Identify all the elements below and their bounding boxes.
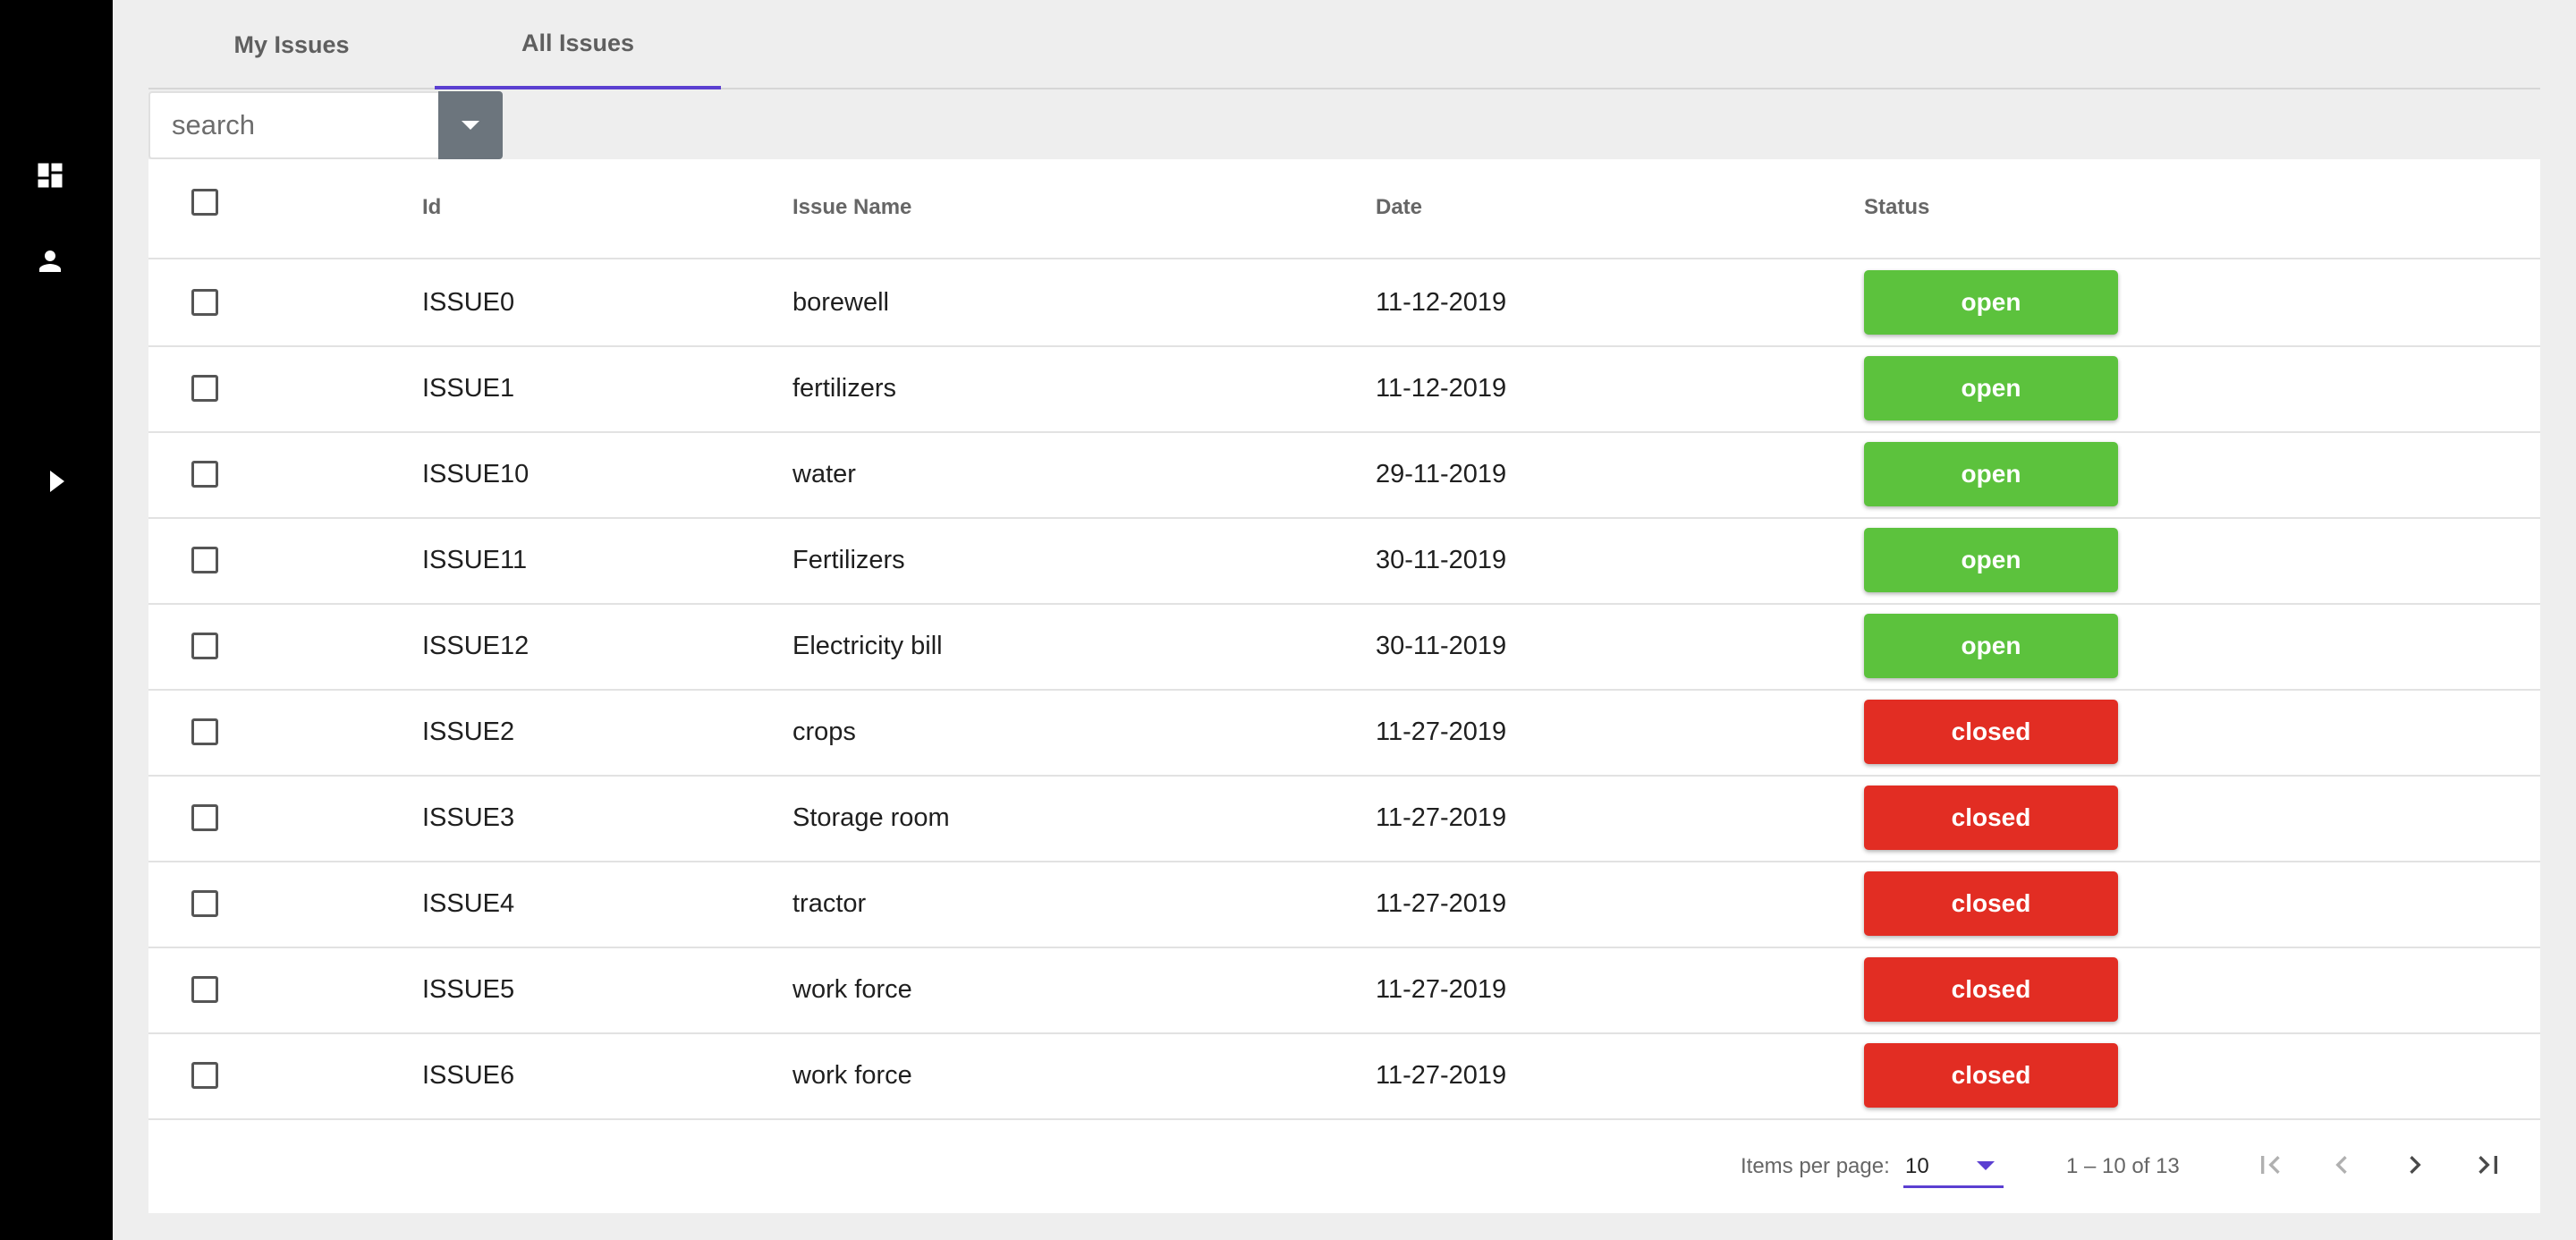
items-per-page-label: Items per page: xyxy=(1741,1154,1890,1178)
issue-id: ISSUE12 xyxy=(422,632,530,660)
status-button[interactable]: open xyxy=(1864,528,2118,592)
issue-name: Electricity bill xyxy=(792,632,943,660)
next-page-button[interactable] xyxy=(2388,1138,2442,1192)
status-button[interactable]: closed xyxy=(1864,786,2118,850)
first-page-button[interactable] xyxy=(2243,1138,2297,1192)
issue-name: work force xyxy=(792,1061,912,1090)
issues-table: Id Issue Name Date Status ISSUE0 borewell… xyxy=(148,159,2540,1213)
first-page-icon xyxy=(2261,1156,2280,1174)
issue-date: 11-27-2019 xyxy=(1376,1061,1507,1090)
table-row[interactable]: ISSUE6 work force 11-27-2019 closed xyxy=(148,1034,2540,1120)
column-header-issue-name[interactable]: Issue Name xyxy=(792,195,911,220)
row-checkbox[interactable] xyxy=(191,375,218,402)
issue-name: Storage room xyxy=(792,803,950,832)
issue-date: 11-27-2019 xyxy=(1376,718,1507,746)
chevron-right-icon xyxy=(2410,1156,2421,1174)
row-checkbox[interactable] xyxy=(191,289,218,316)
table-row[interactable]: ISSUE12 Electricity bill 30-11-2019 open xyxy=(148,605,2540,691)
issue-id: ISSUE11 xyxy=(422,546,528,574)
tab-my-issues[interactable]: My Issues xyxy=(148,0,435,89)
paginator: Items per page: 10 1 – 10 of 13 xyxy=(148,1120,2540,1210)
tab-all-issues[interactable]: All Issues xyxy=(435,0,721,89)
person-icon[interactable] xyxy=(34,245,66,277)
issue-name: fertilizers xyxy=(792,374,897,403)
expand-arrow-icon[interactable] xyxy=(48,471,66,492)
table-row[interactable]: ISSUE11 Fertilizers 30-11-2019 open xyxy=(148,519,2540,605)
dashboard-icon[interactable] xyxy=(34,159,66,191)
issue-tabs: My Issues All Issues xyxy=(148,0,2540,89)
status-button[interactable]: closed xyxy=(1864,871,2118,936)
row-checkbox[interactable] xyxy=(191,461,218,488)
table-row[interactable]: ISSUE4 tractor 11-27-2019 closed xyxy=(148,862,2540,948)
issue-id: ISSUE5 xyxy=(422,975,515,1004)
issue-date: 29-11-2019 xyxy=(1376,460,1507,488)
row-checkbox[interactable] xyxy=(191,547,218,573)
issue-date: 11-27-2019 xyxy=(1376,803,1507,832)
last-page-icon xyxy=(2479,1156,2497,1174)
table-row[interactable]: ISSUE2 crops 11-27-2019 closed xyxy=(148,691,2540,777)
last-page-button[interactable] xyxy=(2462,1138,2515,1192)
issue-id: ISSUE6 xyxy=(422,1061,515,1090)
sidebar xyxy=(0,0,113,1240)
issue-id: ISSUE0 xyxy=(422,288,515,317)
row-checkbox[interactable] xyxy=(191,1062,218,1089)
issue-date: 11-27-2019 xyxy=(1376,889,1507,918)
status-button[interactable]: open xyxy=(1864,442,2118,506)
status-button[interactable]: open xyxy=(1864,614,2118,678)
items-per-page-select[interactable]: 10 xyxy=(1903,1143,2004,1188)
issue-name: work force xyxy=(792,975,912,1004)
table-row[interactable]: ISSUE5 work force 11-27-2019 closed xyxy=(148,948,2540,1034)
issue-date: 30-11-2019 xyxy=(1376,632,1507,660)
caret-down-icon xyxy=(462,121,479,130)
chevron-down-icon xyxy=(1977,1161,1995,1170)
issue-date: 11-27-2019 xyxy=(1376,975,1507,1004)
table-row[interactable]: ISSUE0 borewell 11-12-2019 open xyxy=(148,261,2540,347)
chevron-left-icon xyxy=(2335,1156,2347,1174)
issue-date: 11-12-2019 xyxy=(1376,374,1507,403)
column-header-date[interactable]: Date xyxy=(1376,195,1422,220)
issue-id: ISSUE2 xyxy=(422,718,515,746)
issue-name: Fertilizers xyxy=(792,546,905,574)
table-header-row: Id Issue Name Date Status xyxy=(148,159,2540,259)
issue-date: 11-12-2019 xyxy=(1376,288,1507,317)
row-checkbox[interactable] xyxy=(191,718,218,745)
table-row[interactable]: ISSUE1 fertilizers 11-12-2019 open xyxy=(148,347,2540,433)
page-range-label: 1 – 10 of 13 xyxy=(2066,1154,2180,1178)
select-all-checkbox[interactable] xyxy=(191,189,218,216)
issue-id: ISSUE1 xyxy=(422,374,515,403)
row-checkbox[interactable] xyxy=(191,890,218,917)
row-checkbox[interactable] xyxy=(191,976,218,1003)
table-row[interactable]: ISSUE3 Storage room 11-27-2019 closed xyxy=(148,777,2540,862)
row-checkbox[interactable] xyxy=(191,804,218,831)
status-button[interactable]: open xyxy=(1864,356,2118,420)
column-header-id[interactable]: Id xyxy=(422,195,441,220)
search-filter-dropdown-button[interactable] xyxy=(438,91,503,159)
table-row[interactable]: ISSUE10 water 29-11-2019 open xyxy=(148,433,2540,519)
issue-name: tractor xyxy=(792,889,867,918)
search-input[interactable] xyxy=(148,91,438,159)
status-button[interactable]: open xyxy=(1864,270,2118,335)
issue-id: ISSUE10 xyxy=(422,460,530,488)
row-checkbox[interactable] xyxy=(191,633,218,659)
status-button[interactable]: closed xyxy=(1864,700,2118,764)
issue-id: ISSUE4 xyxy=(422,889,515,918)
issue-name: borewell xyxy=(792,288,889,317)
issue-date: 30-11-2019 xyxy=(1376,546,1507,574)
previous-page-button[interactable] xyxy=(2315,1138,2368,1192)
status-button[interactable]: closed xyxy=(1864,1043,2118,1108)
issue-name: water xyxy=(792,460,856,488)
status-button[interactable]: closed xyxy=(1864,957,2118,1022)
items-per-page-value: 10 xyxy=(1905,1154,1929,1178)
column-header-status[interactable]: Status xyxy=(1864,195,1929,220)
issue-id: ISSUE3 xyxy=(422,803,515,832)
issue-name: crops xyxy=(792,718,856,746)
